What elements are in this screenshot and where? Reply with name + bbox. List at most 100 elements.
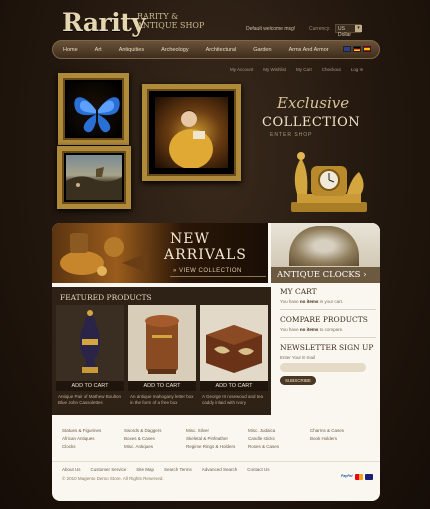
nav-item-antiquities[interactable]: Antiquities — [119, 47, 144, 53]
product-card: ADD TO CART An antique mahogany letter b… — [128, 305, 196, 413]
nav-item-arms-and-armor[interactable]: Arms And Armor — [289, 47, 329, 53]
portrait-painting-image — [142, 84, 241, 181]
footer-column: Misc. Silver Skeletal & Pinfeather Regim… — [186, 427, 248, 451]
footer-link[interactable]: Book Holders — [310, 435, 372, 443]
footer-column: Charms & Cases Book Holders — [310, 427, 372, 451]
divider — [52, 461, 380, 462]
nav-item-archeology[interactable]: Archeology — [161, 47, 189, 53]
footer-link[interactable]: Clocks — [62, 443, 124, 451]
nav-item-home[interactable]: Home — [63, 47, 78, 53]
main-nav: Home Art Antiquities Archeology Architec… — [52, 40, 380, 59]
featured-products: FEATURED PRODUCTS ADD TO CART Antique Pa… — [52, 287, 271, 415]
cart-status: You have no items in your cart. — [280, 299, 376, 304]
newsletter-label: Enter Your E-mail — [280, 355, 316, 360]
tea-caddy-product-image[interactable] — [200, 305, 268, 381]
compare-status-text: to compare. — [319, 327, 344, 332]
currency-label: Currency: — [309, 26, 331, 32]
footer-links: About Us Customer Service Site Map Searc… — [62, 467, 280, 472]
footer-link[interactable]: Misc. Silver — [186, 427, 248, 435]
footer-column: Swords & Daggers Boxes & Cases Misc. Ant… — [124, 427, 186, 451]
add-to-cart-button[interactable]: ADD TO CART — [56, 381, 124, 391]
footer-link[interactable]: Statues & Figurines — [62, 427, 124, 435]
newsletter-title: NEWSLETTER SIGN UP — [280, 343, 374, 352]
enter-shop-link[interactable]: ENTER SHOP — [270, 132, 313, 138]
my-cart-title: MY CART — [280, 287, 317, 296]
butterfly-frame-image — [58, 73, 129, 145]
hero-collection-text: COLLECTION — [262, 115, 361, 130]
footer-link[interactable]: Misc. Antiques — [124, 443, 186, 451]
account-links: My Account My Wishlist My Cart Checkout … — [230, 67, 373, 72]
chevron-down-icon[interactable]: ▾ — [355, 25, 362, 32]
urn-product-image[interactable] — [56, 305, 124, 381]
footer-link[interactable]: Swords & Daggers — [124, 427, 186, 435]
footer-link-customer-service[interactable]: Customer Service — [91, 467, 127, 472]
tagline-line-1: RARITY & — [137, 12, 179, 21]
footer-link-site-map[interactable]: Site Map — [136, 467, 154, 472]
payment-icons: PayPal — [341, 474, 373, 480]
product-description: Antique Pair of Mathew Boulton Blue John… — [58, 394, 122, 405]
cart-status-count: no items — [299, 299, 319, 304]
footer-link[interactable]: Misc. Judaica — [248, 427, 310, 435]
compare-status-text: You have — [280, 327, 299, 332]
hero-exclusive-text: Exclusive — [277, 94, 350, 112]
footer-link[interactable]: Boxes & Cases — [124, 435, 186, 443]
footer-link[interactable]: Roses & Cases — [248, 443, 310, 451]
uk-flag-icon[interactable] — [343, 46, 351, 52]
subscribe-button[interactable]: SUBSCRIBE — [280, 376, 316, 385]
compare-status: You have no items to compare. — [280, 327, 376, 332]
add-to-cart-button[interactable]: ADD TO CART — [200, 381, 268, 391]
footer-column: Misc. Judaica Candle sticks Roses & Case… — [248, 427, 310, 451]
sidebar: MY CART You have no items in your cart. … — [280, 287, 376, 385]
antique-clocks-banner[interactable]: ANTIQUE CLOCKS › — [271, 223, 380, 283]
paypal-icon: PayPal — [341, 474, 353, 478]
product-description: A George III rosewood and tea caddy inla… — [202, 394, 264, 405]
footer-link-advanced-search[interactable]: Advanced Search — [202, 467, 238, 472]
letter-box-product-image[interactable] — [128, 305, 196, 381]
link-log-in[interactable]: Log In — [351, 67, 364, 72]
divider — [280, 337, 376, 338]
product-card: ADD TO CART Antique Pair of Mathew Boult… — [56, 305, 124, 413]
footer-link[interactable]: Candle sticks — [248, 435, 310, 443]
divider — [170, 276, 266, 277]
footer-link-contact-us[interactable]: Contact Us — [247, 467, 269, 472]
nav-item-garden[interactable]: Garden — [253, 47, 271, 53]
de-flag-icon[interactable] — [353, 46, 361, 52]
antiques-collage-image — [60, 233, 148, 276]
footer-column: Statues & Figurines African Antiques Clo… — [62, 427, 124, 451]
add-to-cart-button[interactable]: ADD TO CART — [128, 381, 196, 391]
link-my-wishlist[interactable]: My Wishlist — [263, 67, 286, 72]
view-collection-link[interactable]: » VIEW COLLECTION — [173, 268, 242, 274]
welcome-message: Default welcome msg! — [246, 26, 296, 32]
footer-category-links: Statues & Figurines African Antiques Clo… — [62, 427, 372, 451]
product-description: An antique mahogany letter box in the fo… — [130, 394, 194, 405]
link-checkout[interactable]: Checkout — [322, 67, 341, 72]
divider — [280, 309, 376, 310]
product-card: ADD TO CART A George III rosewood and te… — [200, 305, 268, 413]
nav-item-architectural[interactable]: Architectural — [206, 47, 237, 53]
es-flag-icon[interactable] — [363, 46, 371, 52]
footer-link[interactable]: Regime Rings & Holders — [186, 443, 248, 451]
footer-link[interactable]: Skeletal & Pinfeather — [186, 435, 248, 443]
featured-title: FEATURED PRODUCTS — [60, 293, 152, 302]
link-my-cart[interactable]: My Cart — [296, 67, 312, 72]
footer-link[interactable]: African Antiques — [62, 435, 124, 443]
copyright: © 2010 Magento Demo Store. All Rights Re… — [62, 476, 164, 481]
link-my-account[interactable]: My Account — [230, 67, 253, 72]
new-arrivals-title-1: NEW — [170, 231, 210, 247]
cart-status-text: in your cart. — [319, 299, 344, 304]
tagline-line-2: ANTIQUE SHOP — [137, 21, 205, 30]
new-arrivals-banner[interactable]: NEW ARRIVALS » VIEW COLLECTION — [52, 223, 268, 283]
clock-cabinet-image — [289, 226, 359, 266]
mastercard-icon — [355, 474, 363, 480]
nav-item-art[interactable]: Art — [95, 47, 102, 53]
footer-link-about-us[interactable]: About Us — [62, 467, 81, 472]
antique-clocks-label: ANTIQUE CLOCKS › — [271, 267, 380, 283]
footer-link-search-terms[interactable]: Search Terms — [164, 467, 192, 472]
site-logo[interactable]: Rarity — [62, 8, 146, 37]
footer-link[interactable]: Charms & Cases — [310, 427, 372, 435]
new-arrivals-title-2: ARRIVALS — [164, 247, 247, 263]
newsletter-email-input[interactable] — [280, 363, 366, 372]
cart-status-text: You have — [280, 299, 299, 304]
gilded-clock-image — [291, 152, 367, 212]
compare-status-count: no items — [299, 327, 319, 332]
